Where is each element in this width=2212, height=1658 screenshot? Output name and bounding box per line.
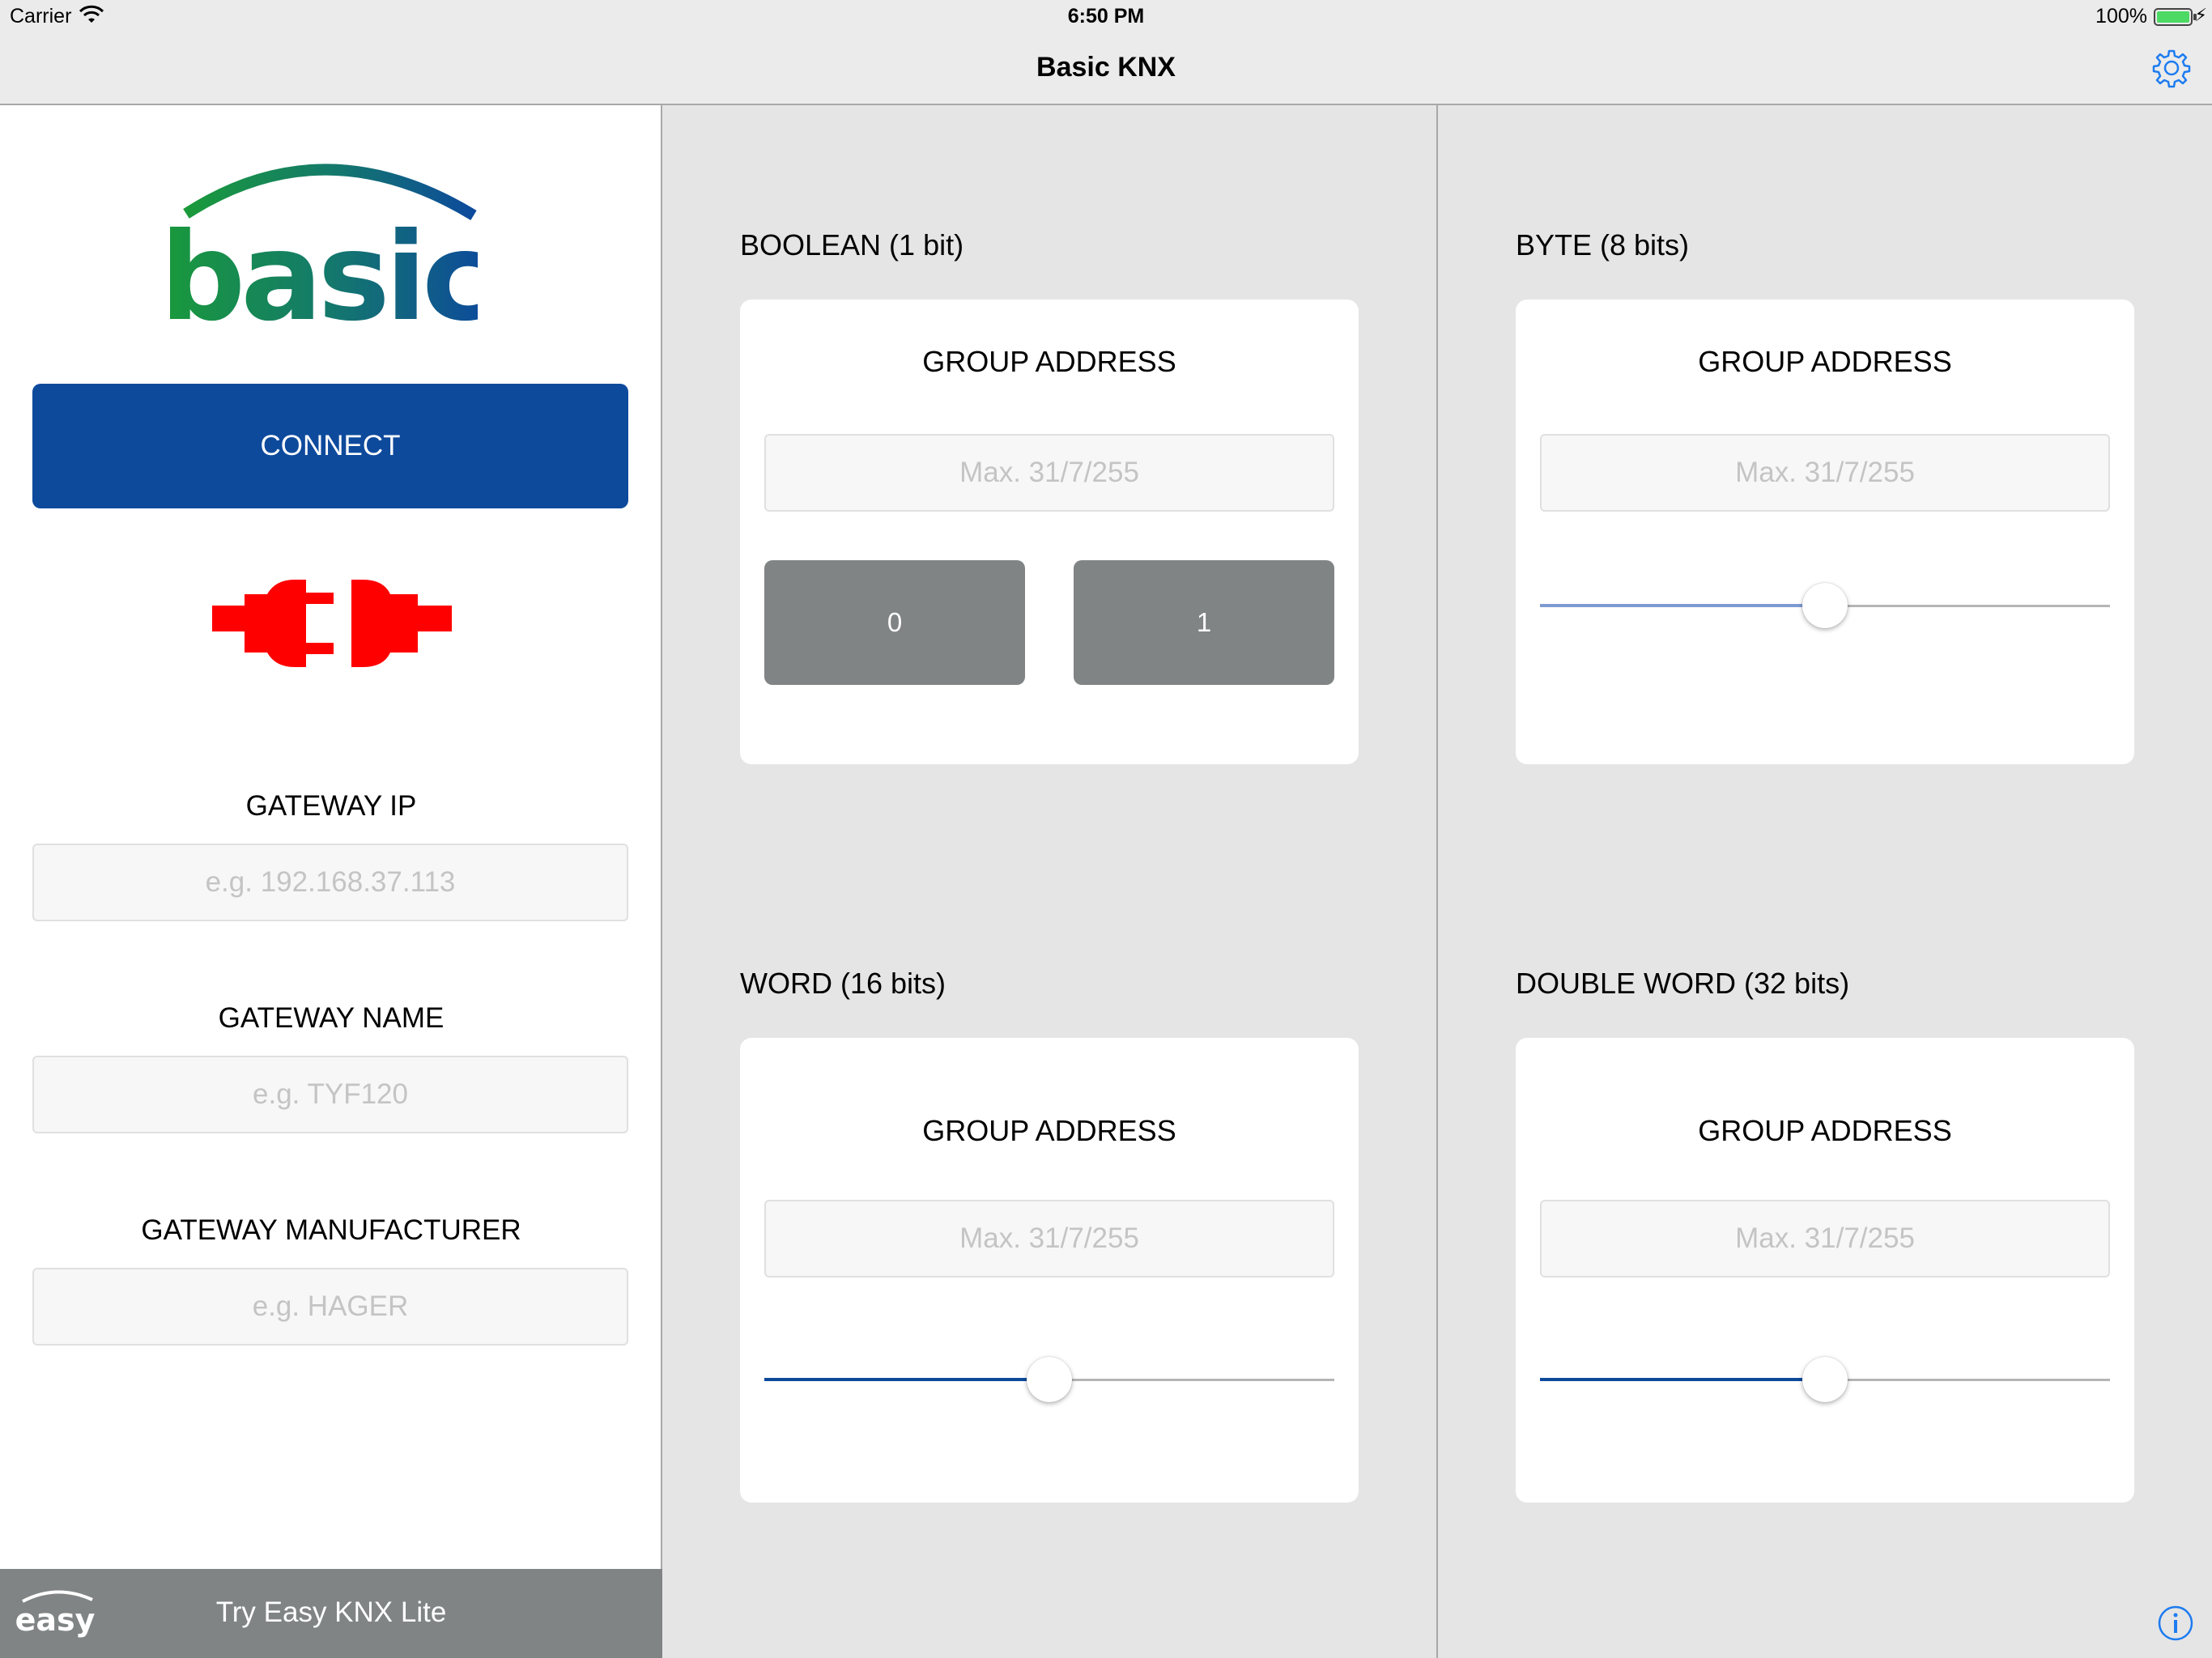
group-address-label: GROUP ADDRESS xyxy=(922,1114,1176,1147)
status-bar: Carrier 6:50 PM 100% ⚡ xyxy=(0,0,2212,32)
boolean-off-button[interactable]: 0 xyxy=(764,560,1025,685)
info-icon[interactable] xyxy=(2157,1605,2194,1642)
slider-thumb[interactable] xyxy=(1802,583,1848,628)
boolean-card: GROUP ADDRESS 0 1 xyxy=(740,300,1359,764)
group-address-label: GROUP ADDRESS xyxy=(922,345,1176,378)
word-card: GROUP ADDRESS xyxy=(740,1038,1359,1503)
boolean-group-address-input[interactable] xyxy=(764,434,1334,512)
gateway-ip-input[interactable] xyxy=(32,844,628,921)
gateway-ip-label: GATEWAY IP xyxy=(245,790,417,822)
slider-track-fill xyxy=(1540,604,1825,607)
byte-value-slider[interactable] xyxy=(1540,581,2110,630)
try-easy-knx-label: Try Easy KNX Lite xyxy=(215,1596,447,1628)
slider-thumb[interactable] xyxy=(1027,1357,1072,1402)
clock: 6:50 PM xyxy=(1067,5,1145,28)
disconnected-plug-icon xyxy=(212,580,452,667)
gateway-name-input[interactable] xyxy=(32,1056,628,1133)
gateway-manufacturer-label: GATEWAY MANUFACTURER xyxy=(141,1214,521,1246)
double-word-value-slider[interactable] xyxy=(1540,1355,2110,1404)
gateway-sidebar: basic CONNECT GATEWAY IP GATEWAY NAME GA… xyxy=(0,105,662,1658)
page-title: Basic KNX xyxy=(1036,52,1176,83)
word-value-slider[interactable] xyxy=(764,1355,1334,1404)
double-word-group-address-input[interactable] xyxy=(1540,1200,2110,1278)
byte-group-address-input[interactable] xyxy=(1540,434,2110,512)
try-easy-knx-banner[interactable]: easy Try Easy KNX Lite xyxy=(0,1569,662,1658)
slider-track-fill xyxy=(764,1378,1049,1381)
byte-section-title: BYTE (8 bits) xyxy=(1516,228,1690,261)
navigation-bar: Basic KNX xyxy=(0,32,2212,105)
slider-thumb[interactable] xyxy=(1802,1357,1848,1402)
word-group-address-input[interactable] xyxy=(764,1200,1334,1278)
word-section-title: WORD (16 bits) xyxy=(740,967,946,1000)
basic-logo: basic xyxy=(170,164,478,335)
group-address-label: GROUP ADDRESS xyxy=(1698,1114,1952,1147)
gateway-manufacturer-input[interactable] xyxy=(32,1268,628,1346)
battery-percentage: 100% xyxy=(2095,5,2147,28)
boolean-section-title: BOOLEAN (1 bit) xyxy=(740,228,964,261)
gateway-name-label: GATEWAY NAME xyxy=(218,1002,445,1034)
double-word-section-title: DOUBLE WORD (32 bits) xyxy=(1516,967,1850,1000)
charging-icon: ⚡ xyxy=(2194,5,2207,25)
double-word-card: GROUP ADDRESS xyxy=(1516,1038,2134,1503)
battery-icon xyxy=(2154,8,2197,26)
logo-text: basic xyxy=(170,207,478,335)
connect-button[interactable]: CONNECT xyxy=(32,384,628,508)
column-divider xyxy=(1436,105,1438,1658)
slider-track-fill xyxy=(1540,1378,1825,1381)
group-address-label: GROUP ADDRESS xyxy=(1698,345,1952,378)
gear-icon[interactable] xyxy=(2150,47,2193,89)
byte-card: GROUP ADDRESS xyxy=(1516,300,2134,764)
boolean-on-button[interactable]: 1 xyxy=(1074,560,1334,685)
